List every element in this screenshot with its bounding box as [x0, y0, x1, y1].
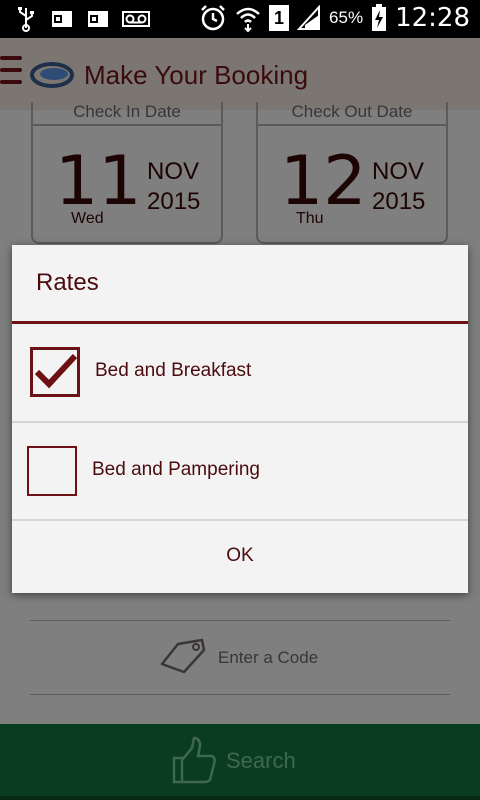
- signal-icon: [297, 5, 321, 30]
- check-in-weekday: Wed: [71, 210, 104, 227]
- checkbox-bed-and-breakfast[interactable]: [30, 347, 80, 397]
- outlook-icon: [88, 11, 108, 27]
- app-bar: Make Your Booking: [0, 38, 480, 110]
- search-button[interactable]: Search: [0, 724, 480, 800]
- rate-option-label: Bed and Breakfast: [95, 360, 252, 381]
- status-bar: 1 65% 12:28: [0, 0, 480, 38]
- tag-icon: [160, 638, 206, 674]
- checkbox-bed-and-pampering[interactable]: [27, 446, 77, 496]
- rates-dialog: Rates Bed and Breakfast Bed and Pamperin…: [12, 245, 468, 593]
- thumbs-up-icon: [172, 736, 216, 784]
- sim-icon: 1: [269, 5, 290, 31]
- rate-option-label: Bed and Pampering: [92, 459, 260, 480]
- usb-icon: [18, 7, 34, 32]
- page-title: Make Your Booking: [84, 60, 309, 90]
- divider: [30, 620, 450, 621]
- dialog-title: Rates: [36, 269, 99, 296]
- check-in-month: NOV: [147, 158, 200, 185]
- notification-icons: [14, 6, 150, 32]
- check-in-label: Check In Date: [73, 102, 181, 121]
- outlook-icon: [52, 11, 72, 27]
- check-out-year: 2015: [372, 188, 426, 215]
- check-out-date-card[interactable]: Check Out Date 12 NOV 2015 Thu: [256, 102, 448, 244]
- promo-code-placeholder: Enter a Code: [218, 648, 319, 667]
- rate-option-bed-and-breakfast[interactable]: Bed and Breakfast: [12, 324, 468, 420]
- clock: 12:28: [395, 3, 470, 33]
- system-icons: 1 65% 12:28: [199, 3, 470, 33]
- alarm-icon: [201, 5, 225, 31]
- divider: [30, 694, 450, 695]
- battery-percent: 65%: [329, 8, 364, 27]
- wifi-icon: [236, 7, 260, 32]
- logo-icon: [30, 62, 74, 88]
- menu-icon[interactable]: [0, 56, 22, 90]
- search-label: Search: [226, 748, 296, 773]
- check-out-weekday: Thu: [296, 210, 324, 227]
- divider: [33, 124, 221, 126]
- sim-slot-number: 1: [274, 8, 285, 28]
- check-out-label: Check Out Date: [291, 102, 413, 121]
- battery-charging-icon: [372, 4, 387, 31]
- divider: [258, 124, 446, 126]
- rate-option-bed-and-pampering[interactable]: Bed and Pampering: [12, 423, 468, 519]
- promo-code-field[interactable]: Enter a Code: [0, 634, 480, 680]
- check-in-date-card[interactable]: Check In Date 11 NOV 2015 Wed: [31, 102, 223, 244]
- voicemail-icon: [122, 11, 150, 27]
- check-out-month: NOV: [372, 158, 425, 185]
- ok-button[interactable]: OK: [12, 521, 468, 593]
- checkmark-icon: [34, 353, 77, 389]
- check-in-year: 2015: [147, 188, 201, 215]
- divider: [0, 796, 480, 800]
